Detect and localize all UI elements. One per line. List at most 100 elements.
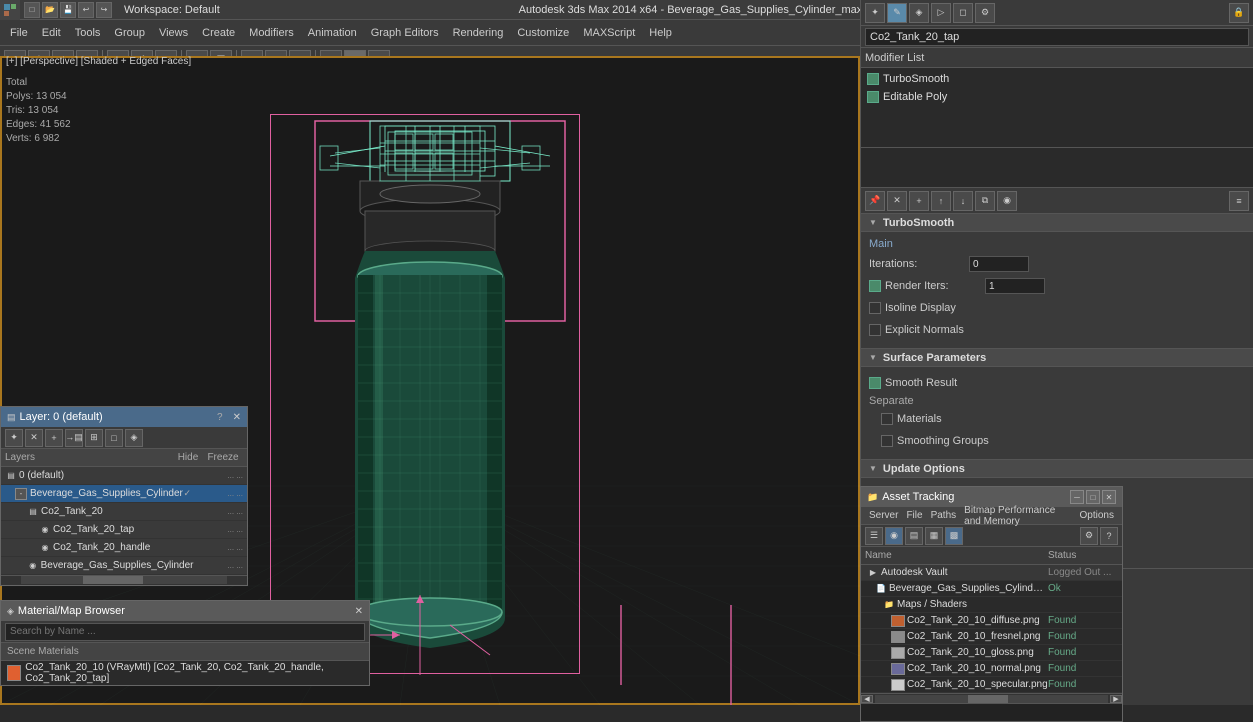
explicit-normals-checkbox[interactable] [869, 324, 881, 336]
move-to-layer-btn[interactable]: →▤ [65, 429, 83, 447]
modifier-enabled-checkbox[interactable] [867, 73, 879, 85]
layers-scroll-thumb[interactable] [83, 576, 143, 584]
asset-close-btn[interactable]: ✕ [1102, 490, 1116, 504]
highlight-layer-btn[interactable]: ◈ [125, 429, 143, 447]
new-set-btn[interactable]: ✦ [5, 429, 23, 447]
asset-tb-view1[interactable]: ▤ [905, 527, 923, 545]
material-search-input[interactable] [5, 623, 365, 641]
layer-item-co2tank[interactable]: ▤ Co2_Tank_20 ... ... [1, 503, 247, 521]
menu-maxscript[interactable]: MAXScript [577, 25, 641, 41]
asset-menu-server[interactable]: Server [865, 510, 902, 521]
asset-row-maps[interactable]: 📁 Maps / Shaders [861, 597, 1122, 613]
asset-row-specular[interactable]: Co2_Tank_20_10_specular.png Found [861, 677, 1122, 693]
save-file-icon[interactable]: 💾 [60, 2, 76, 18]
asset-tb-view2[interactable]: ▦ [925, 527, 943, 545]
render-iters-input[interactable] [985, 278, 1045, 294]
layer-expand-icon[interactable]: - [15, 488, 27, 500]
asset-row-normal[interactable]: Co2_Tank_20_10_normal.png Found [861, 661, 1122, 677]
modifier-editablepoly[interactable]: Editable Poly [863, 88, 1251, 106]
object-name-input[interactable] [865, 28, 1249, 46]
modifier-list[interactable]: TurboSmooth Editable Poly [861, 68, 1253, 148]
pin-stack-icon[interactable]: 📌 [865, 191, 885, 211]
move-mod-down-icon[interactable]: ↓ [953, 191, 973, 211]
layer-item-tap[interactable]: ◉ Co2_Tank_20_tap ... ... [1, 521, 247, 539]
iterations-input[interactable] [969, 256, 1029, 272]
asset-row-maxfile[interactable]: 📄 Beverage_Gas_Supplies_Cylinder_max_vra… [861, 581, 1122, 597]
layers-titlebar[interactable]: ▤ Layer: 0 (default) ? ✕ [1, 407, 247, 427]
material-close-button[interactable]: ✕ [355, 606, 363, 617]
asset-scroll-right[interactable]: ▶ [1110, 695, 1122, 703]
add-to-layer-btn[interactable]: + [45, 429, 63, 447]
asset-tb-all[interactable]: ☰ [865, 527, 883, 545]
menu-customize[interactable]: Customize [511, 25, 575, 41]
menu-help[interactable]: Help [643, 25, 678, 41]
modifier-turbosmooth[interactable]: TurboSmooth [863, 70, 1251, 88]
material-titlebar[interactable]: ◈ Material/Map Browser ✕ [1, 601, 369, 621]
move-mod-up-icon[interactable]: ↑ [931, 191, 951, 211]
materials-checkbox[interactable] [881, 413, 893, 425]
isoline-checkbox[interactable] [869, 302, 881, 314]
asset-row-diffuse[interactable]: Co2_Tank_20_10_diffuse.png Found [861, 613, 1122, 629]
menu-views[interactable]: Views [153, 25, 194, 41]
smooth-result-checkbox[interactable] [869, 377, 881, 389]
hierarchy-icon[interactable]: ◈ [909, 3, 929, 23]
asset-scrollbar[interactable]: ◀ ▶ [861, 693, 1122, 703]
asset-menu-options[interactable]: Options [1076, 510, 1118, 521]
asset-scroll-left[interactable]: ◀ [861, 695, 873, 703]
select-objects-btn[interactable]: □ [105, 429, 123, 447]
asset-row-vault[interactable]: ▶ Autodesk Vault Logged Out ... [861, 565, 1122, 581]
asset-row-fresnel[interactable]: Co2_Tank_20_10_fresnel.png Found [861, 629, 1122, 645]
layer-item-beverage[interactable]: - Beverage_Gas_Supplies_Cylinder ✓ ... .… [1, 485, 247, 503]
menu-edit[interactable]: Edit [36, 25, 67, 41]
material-item[interactable]: Co2_Tank_20_10 (VRayMtl) [Co2_Tank_20, C… [1, 661, 369, 685]
turbosmoothpanel-header[interactable]: ▼ TurboSmooth [861, 214, 1253, 232]
asset-tb-active[interactable]: ◉ [885, 527, 903, 545]
menu-file[interactable]: File [4, 25, 34, 41]
asset-menu-bitmap[interactable]: Bitmap Performance and Memory [960, 505, 1075, 527]
layer-item-handle[interactable]: ◉ Co2_Tank_20_handle ... ... [1, 539, 247, 557]
menu-create[interactable]: Create [196, 25, 241, 41]
menu-tools[interactable]: Tools [69, 25, 107, 41]
copy-paste-icon[interactable]: ⧉ [975, 191, 995, 211]
asset-tb-help[interactable]: ? [1100, 527, 1118, 545]
menu-modifiers[interactable]: Modifiers [243, 25, 300, 41]
layer-item-default[interactable]: ▤ 0 (default) ... ... [1, 467, 247, 485]
motion-icon[interactable]: ▷ [931, 3, 951, 23]
modify-icon active[interactable]: ✎ [887, 3, 907, 23]
display-icon[interactable]: ◻ [953, 3, 973, 23]
surface-params-header[interactable]: ▼ Surface Parameters [861, 349, 1253, 367]
layer-item-beverage2[interactable]: ◉ Beverage_Gas_Supplies_Cylinder ... ... [1, 557, 247, 575]
utilities-icon[interactable]: ⚙ [975, 3, 995, 23]
asset-path-input[interactable] [861, 704, 1122, 721]
menu-graph-editors[interactable]: Graph Editors [365, 25, 445, 41]
undo-icon[interactable]: ↩ [78, 2, 94, 18]
asset-tb-settings[interactable]: ⚙ [1080, 527, 1098, 545]
render-iters-checkbox[interactable] [869, 280, 881, 292]
layers-scrollbar[interactable] [1, 575, 247, 585]
asset-scroll-thumb[interactable] [968, 695, 1008, 703]
redo-icon[interactable]: ↪ [96, 2, 112, 18]
show-all-icon[interactable]: ◉ [997, 191, 1017, 211]
asset-row-gloss[interactable]: Co2_Tank_20_10_gloss.png Found [861, 645, 1122, 661]
select-by-layer-btn[interactable]: ⊞ [85, 429, 103, 447]
delete-layer-btn[interactable]: ✕ [25, 429, 43, 447]
asset-tb-view3[interactable]: ▩ [945, 527, 963, 545]
lock-icon[interactable]: 🔒 [1229, 3, 1249, 23]
menu-group[interactable]: Group [108, 25, 151, 41]
configure-mods-icon[interactable]: ≡ [1229, 191, 1249, 211]
layers-help-icon[interactable]: ? [217, 412, 223, 423]
open-file-icon[interactable]: 📂 [42, 2, 58, 18]
asset-maximize-btn[interactable]: □ [1086, 490, 1100, 504]
new-file-icon[interactable]: □ [24, 2, 40, 18]
modifier-enabled-checkbox-2[interactable] [867, 91, 879, 103]
smoothing-groups-checkbox[interactable] [881, 435, 893, 447]
menu-rendering[interactable]: Rendering [447, 25, 510, 41]
add-mod-icon[interactable]: + [909, 191, 929, 211]
asset-minimize-btn[interactable]: ─ [1070, 490, 1084, 504]
create-icon[interactable]: ✦ [865, 3, 885, 23]
asset-menu-paths[interactable]: Paths [927, 510, 961, 521]
material-color-swatch[interactable] [7, 665, 21, 681]
update-options-header[interactable]: ▼ Update Options [861, 460, 1253, 478]
layers-close-button[interactable]: ✕ [233, 412, 241, 423]
menu-animation[interactable]: Animation [302, 25, 363, 41]
